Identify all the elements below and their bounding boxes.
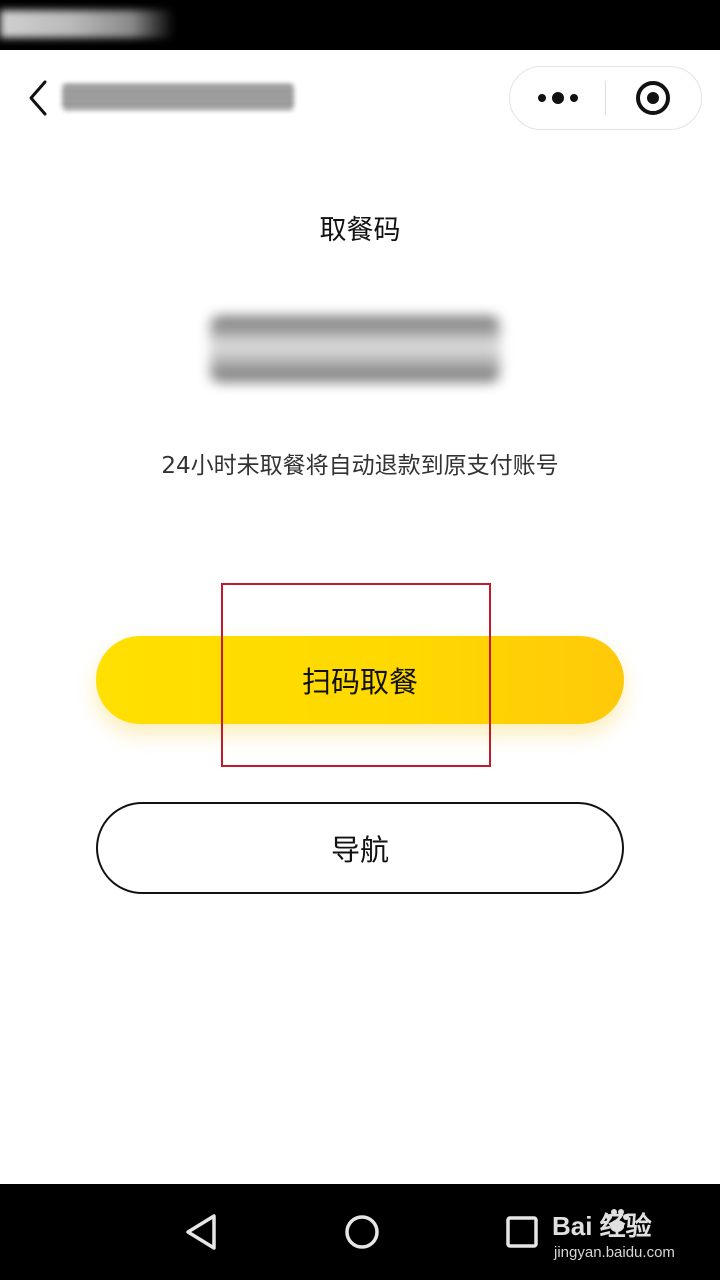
refund-note: 24小时未取餐将自动退款到原支付账号: [161, 453, 559, 479]
navigate-button[interactable]: 导航: [96, 802, 624, 894]
triangle-back-icon: [186, 1214, 216, 1250]
baidu-jingyan-watermark: Bai 经验 jingyan.baidu.com: [548, 1200, 708, 1272]
watermark-url: jingyan.baidu.com: [554, 1244, 675, 1261]
navigation-bar: [0, 50, 720, 146]
status-bar-redacted: [0, 10, 175, 38]
page-title-redacted: [62, 84, 294, 110]
paw-logo-icon: [606, 1209, 629, 1232]
more-button[interactable]: [510, 67, 605, 129]
page: 取餐码 24小时未取餐将自动退款到原支付账号 扫码取餐 导航 Bai 经验 ji…: [0, 0, 720, 1280]
system-recent-apps-button[interactable]: [500, 1210, 544, 1254]
circle-home-icon: [345, 1215, 379, 1249]
chevron-left-icon: [29, 80, 47, 116]
back-button[interactable]: [20, 76, 56, 120]
system-back-button[interactable]: [180, 1210, 224, 1254]
more-dots-icon: [537, 92, 578, 104]
close-miniprogram-button[interactable]: [606, 67, 701, 129]
pickup-code-redacted: [210, 316, 500, 382]
square-recent-icon: [506, 1216, 538, 1248]
target-close-icon: [636, 81, 671, 115]
miniprogram-capsule: [509, 66, 702, 130]
status-bar: [0, 0, 720, 50]
scan-pickup-button[interactable]: 扫码取餐: [96, 636, 624, 724]
system-home-button[interactable]: [340, 1210, 384, 1254]
pickup-code-label: 取餐码: [319, 215, 401, 246]
